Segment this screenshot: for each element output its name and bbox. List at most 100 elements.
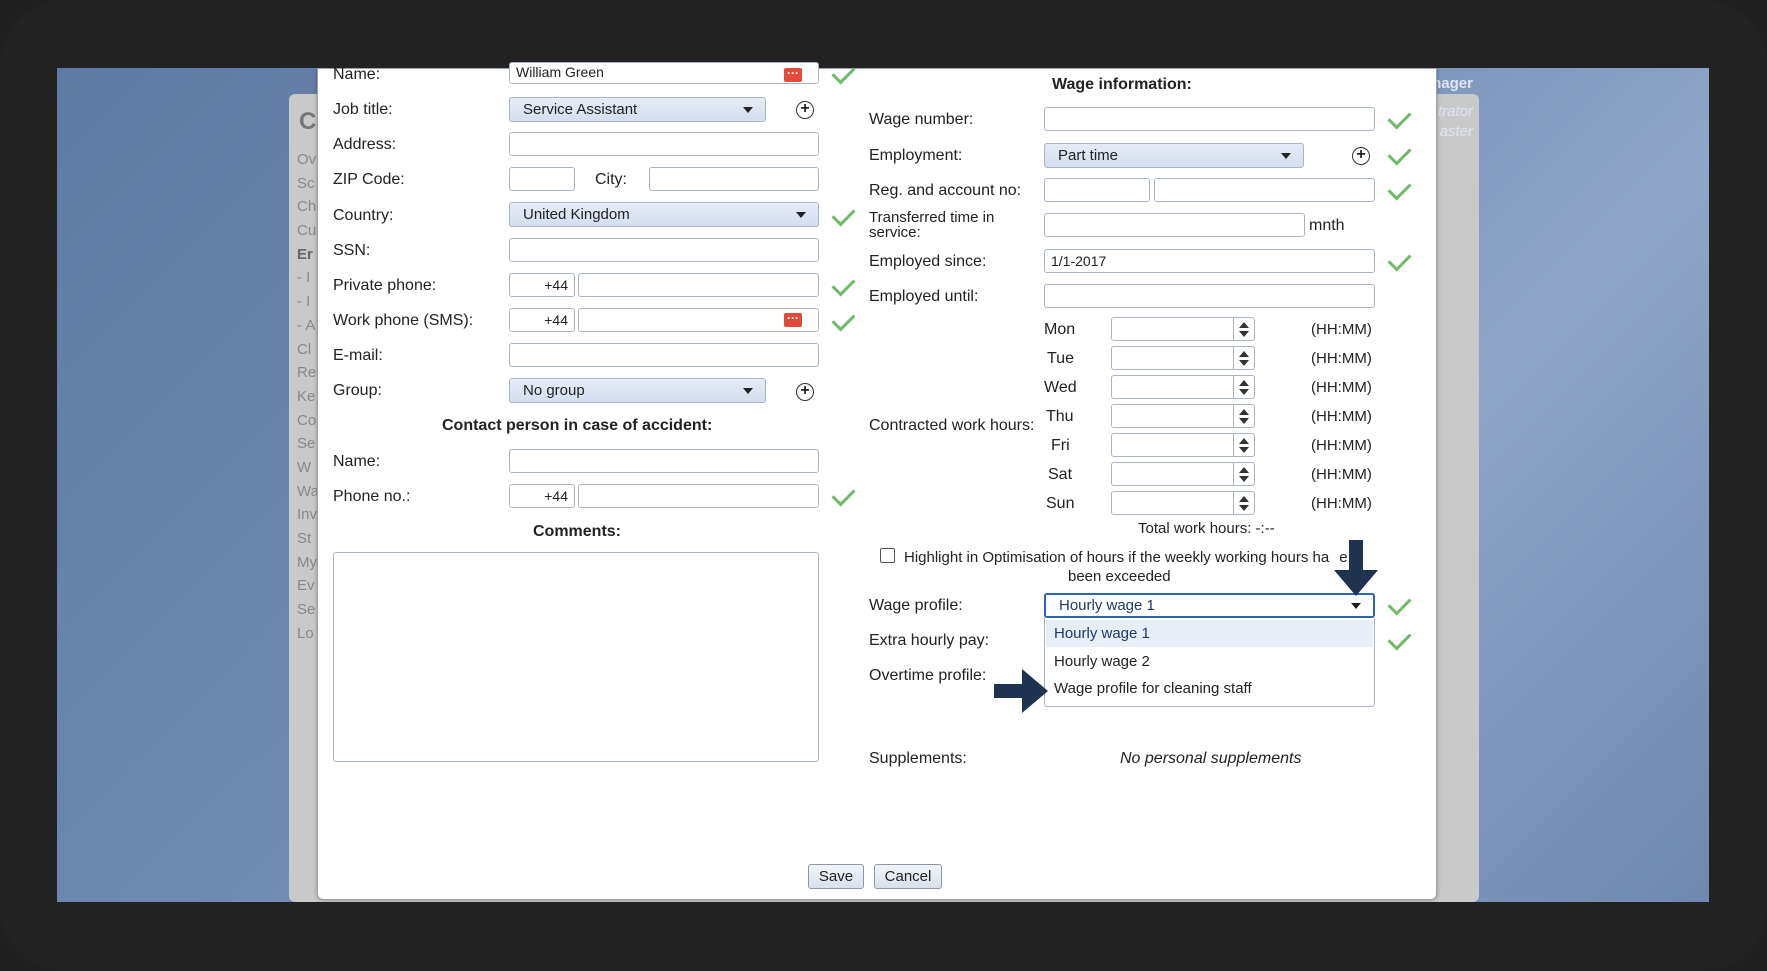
ssn-input[interactable]	[509, 238, 819, 262]
transferred-input[interactable]	[1044, 213, 1305, 237]
private-phone-prefix[interactable]: +44	[509, 273, 575, 297]
supplements-value: No personal supplements	[1120, 750, 1302, 767]
day-label: Thu	[1046, 408, 1074, 425]
employed-since-label: Employed since:	[869, 253, 987, 270]
stepper-arrows-icon[interactable]	[1233, 405, 1254, 427]
arrow-down-icon	[1239, 331, 1249, 337]
group-value: No group	[523, 382, 585, 399]
employed-since-input[interactable]: 1/1-2017	[1044, 249, 1375, 273]
contact-phone-prefix[interactable]: +44	[509, 484, 575, 508]
background-sidebar: Ov Sc Ch Cu Er - I - I - A Cl Re Ke Co S…	[297, 148, 319, 645]
wage-profile-value: Hourly wage 1	[1059, 597, 1155, 614]
bg-master-label: aster	[1439, 123, 1473, 140]
day-label: Fri	[1051, 437, 1070, 454]
wage-number-input[interactable]	[1044, 107, 1375, 131]
arrow-right-annotation-icon	[994, 669, 1048, 713]
work-phone-prefix[interactable]: +44	[509, 308, 575, 332]
country-select[interactable]: United Kingdom	[509, 202, 819, 227]
bg-side-item: Inv	[297, 506, 318, 524]
zip-input[interactable]	[509, 167, 575, 191]
city-label: City:	[595, 171, 627, 188]
address-label: Address:	[333, 136, 397, 153]
day-label: Sun	[1046, 495, 1075, 512]
save-button[interactable]: Save	[808, 864, 864, 889]
arrow-up-icon	[1239, 322, 1249, 328]
arrow-down-icon	[1239, 476, 1249, 482]
hours-unit: (HH:MM)	[1311, 495, 1372, 512]
hours-stepper[interactable]	[1111, 433, 1255, 457]
arrow-up-icon	[1239, 438, 1249, 444]
contracted-hours-label: Contracted work hours:	[869, 417, 1035, 434]
wage-profile-select[interactable]: Hourly wage 1	[1044, 593, 1375, 618]
country-value: United Kingdom	[523, 206, 630, 223]
employed-until-label: Employed until:	[869, 288, 979, 305]
dropdown-option-hourly-wage-2[interactable]: Hourly wage 2	[1046, 648, 1373, 675]
hours-stepper[interactable]	[1111, 375, 1255, 399]
stepper-arrows-icon[interactable]	[1233, 347, 1254, 369]
hours-stepper[interactable]	[1111, 317, 1255, 341]
bg-side-item: Ch	[297, 198, 317, 216]
group-select[interactable]: No group	[509, 378, 766, 403]
transferred-label-line: service:	[869, 224, 921, 241]
arrow-down-icon	[1239, 447, 1249, 453]
work-phone-input[interactable]	[578, 308, 819, 332]
contact-heading: Contact person in case of accident:	[442, 417, 713, 434]
add-circle-icon[interactable]: +	[1352, 147, 1370, 165]
dropdown-option-cleaning-staff[interactable]: Wage profile for cleaning staff	[1046, 675, 1373, 702]
work-phone-label: Work phone (SMS):	[333, 312, 474, 329]
hours-stepper[interactable]	[1111, 404, 1255, 428]
bg-side-item: Ov	[297, 151, 317, 168]
city-input[interactable]	[649, 167, 819, 191]
bg-side-item: - I	[297, 269, 311, 287]
bg-side-item: Sc	[297, 174, 315, 192]
contact-phone-input[interactable]	[578, 484, 819, 508]
add-circle-icon[interactable]: +	[796, 383, 814, 401]
total-hours: Total work hours: -:--	[1138, 520, 1275, 537]
bg-side-item: St	[297, 530, 312, 547]
stepper-arrows-icon[interactable]	[1233, 434, 1254, 456]
dropdown-option-hourly-wage-1[interactable]: Hourly wage 1	[1046, 620, 1373, 647]
bg-side-item: My	[297, 553, 317, 571]
name-input[interactable]: William Green	[509, 62, 819, 84]
comments-textarea[interactable]	[333, 552, 819, 762]
employment-label: Employment:	[869, 147, 963, 164]
day-label: Wed	[1044, 379, 1077, 396]
employed-until-input[interactable]	[1044, 284, 1375, 308]
contact-name-label: Name:	[333, 453, 381, 470]
reg-number-input[interactable]	[1044, 178, 1150, 202]
employment-value: Part time	[1058, 147, 1119, 164]
arrow-up-icon	[1239, 380, 1249, 386]
bg-side-item: - I	[297, 293, 311, 311]
hours-stepper[interactable]	[1111, 462, 1255, 486]
more-icon[interactable]: ···	[784, 67, 802, 82]
private-phone-label: Private phone:	[333, 277, 437, 294]
day-label: Tue	[1047, 350, 1074, 367]
bg-side-item: Cl	[297, 340, 312, 358]
more-icon[interactable]: ···	[784, 312, 802, 327]
hours-unit: (HH:MM)	[1311, 437, 1372, 454]
cancel-button[interactable]: Cancel	[874, 864, 942, 889]
bg-side-item: Co	[297, 411, 317, 429]
add-circle-icon[interactable]: +	[796, 101, 814, 119]
job-title-label: Job title:	[333, 101, 393, 118]
account-number-input[interactable]	[1154, 178, 1375, 202]
job-title-select[interactable]: Service Assistant	[509, 97, 766, 122]
employment-select[interactable]: Part time	[1044, 143, 1304, 168]
stepper-arrows-icon[interactable]	[1233, 318, 1254, 340]
overtime-label: Overtime profile:	[869, 667, 987, 684]
stepper-arrows-icon[interactable]	[1233, 376, 1254, 398]
address-input[interactable]	[509, 132, 819, 156]
highlight-text-line2: been exceeded	[1068, 568, 1171, 585]
stepper-arrows-icon[interactable]	[1233, 463, 1254, 485]
stepper-arrows-icon[interactable]	[1233, 492, 1254, 514]
hours-stepper[interactable]	[1111, 346, 1255, 370]
hours-stepper[interactable]	[1111, 491, 1255, 515]
email-input[interactable]	[509, 343, 819, 367]
bg-side-item: Ev	[297, 577, 315, 595]
bg-manager-label: nager	[1432, 75, 1473, 92]
highlight-checkbox[interactable]	[880, 548, 895, 563]
reg-account-label: Reg. and account no:	[869, 182, 1022, 199]
bg-side-item: Cu	[297, 222, 317, 240]
private-phone-input[interactable]	[578, 273, 819, 297]
contact-name-input[interactable]	[509, 449, 819, 473]
